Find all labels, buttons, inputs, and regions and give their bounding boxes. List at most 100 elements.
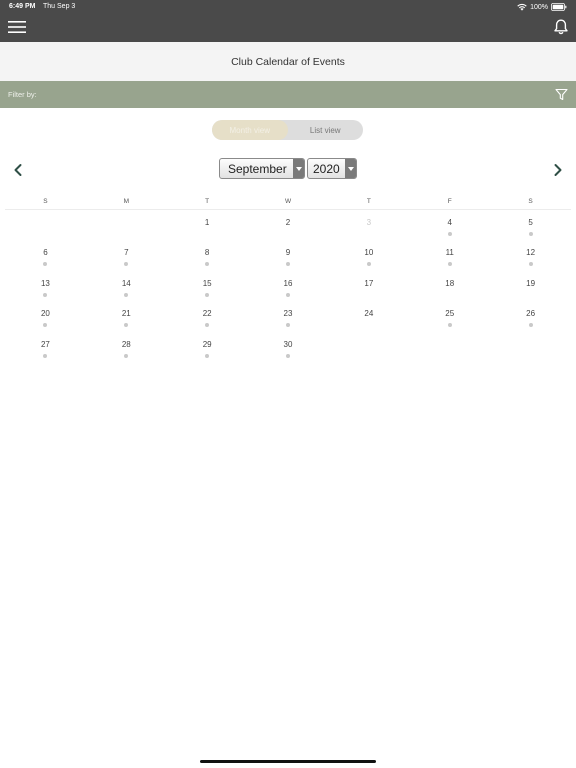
- calendar-day-cell[interactable]: 2: [248, 213, 329, 243]
- calendar-day-cell[interactable]: 17: [328, 274, 409, 304]
- calendar-day-number: 29: [202, 339, 212, 349]
- event-dot-indicator: [124, 292, 129, 297]
- calendar-day-cell[interactable]: 19: [490, 274, 571, 304]
- calendar-day-number: 3: [366, 218, 372, 227]
- calendar-day-number: 24: [364, 309, 374, 319]
- status-indicators: 100%: [517, 2, 567, 12]
- calendar-day-number: 26: [526, 309, 536, 319]
- event-dot-indicator: [205, 292, 210, 297]
- calendar-day-number: 9: [285, 248, 291, 258]
- calendar-day-cell[interactable]: 7: [86, 243, 167, 273]
- calendar-day-cell[interactable]: 16: [248, 274, 329, 304]
- event-dot-indicator: [205, 262, 210, 267]
- list-view-tab[interactable]: List view: [288, 120, 364, 140]
- page-title: Club Calendar of Events: [231, 55, 345, 68]
- calendar-day-cell[interactable]: 30: [248, 335, 329, 365]
- calendar-day-cell[interactable]: 6: [5, 243, 86, 273]
- calendar-day-cell[interactable]: 28: [86, 335, 167, 365]
- event-dot-indicator: [447, 232, 452, 236]
- calendar-day-number: 4: [447, 218, 452, 227]
- dropdown-arrow-icon: [345, 159, 356, 178]
- calendar-day-number: 19: [526, 278, 536, 288]
- app-screen: 6:49 PM Thu Sep 3 100% Club Calendar of …: [0, 0, 576, 768]
- calendar-empty-cell: [5, 213, 86, 243]
- event-dot-indicator: [124, 262, 129, 267]
- event-dot-indicator: [528, 232, 533, 236]
- next-month-chevron-icon[interactable]: [553, 163, 563, 177]
- calendar-day-number: 28: [121, 339, 131, 349]
- calendar-day-cell[interactable]: 15: [167, 274, 248, 304]
- weekday-label: T: [205, 198, 210, 205]
- battery-percent: 100%: [530, 3, 548, 11]
- event-dot-indicator: [528, 262, 533, 267]
- calendar-day-number: 10: [364, 248, 374, 258]
- calendar-day-cell[interactable]: 4: [409, 213, 490, 243]
- calendar-day-cell[interactable]: 22: [167, 304, 248, 334]
- weekday-label: T: [366, 198, 371, 205]
- calendar-day-number: 18: [445, 278, 455, 288]
- calendar-day-cell[interactable]: 13: [5, 274, 86, 304]
- calendar-day-cell[interactable]: 9: [248, 243, 329, 273]
- calendar-day-cell[interactable]: 12: [490, 243, 571, 273]
- calendar-day-number: 6: [43, 248, 48, 258]
- calendar-day-cell[interactable]: 5: [490, 213, 571, 243]
- calendar-day-cell[interactable]: 24: [328, 304, 409, 334]
- month-calendar: S M T W T F S 1 2 3 4 5 6 7 8 9 10 11 12 13 14 15 16 17 1…: [5, 196, 571, 365]
- calendar-day-cell[interactable]: 10: [328, 243, 409, 273]
- previous-month-chevron-icon[interactable]: [13, 163, 23, 177]
- weekday-header: S M T W T F S: [5, 196, 571, 210]
- event-dot-indicator: [286, 323, 290, 328]
- calendar-day-cell[interactable]: 21: [86, 304, 167, 334]
- calendar-day-cell[interactable]: 25: [409, 304, 490, 334]
- calendar-weeks: 1 2 3 4 5 6 7 8 9 10 11 12 13 14 15 16 17 18 19 20 21 22 23 24 2…: [5, 210, 571, 365]
- event-dot-indicator: [286, 353, 290, 358]
- calendar-day-cell[interactable]: 23: [248, 304, 329, 334]
- calendar-day-number: 23: [283, 309, 293, 319]
- event-dot-indicator: [43, 353, 48, 358]
- calendar-day-cell[interactable]: 27: [5, 335, 86, 365]
- home-indicator: [200, 760, 376, 763]
- event-dot-indicator: [124, 353, 129, 358]
- calendar-day-cell[interactable]: 18: [409, 274, 490, 304]
- calendar-day-number: 15: [202, 278, 212, 288]
- calendar-day-cell[interactable]: 1: [167, 213, 248, 243]
- calendar-day-cell[interactable]: 3: [328, 213, 409, 243]
- weekday-label: W: [284, 198, 292, 205]
- calendar-day-cell[interactable]: 14: [86, 274, 167, 304]
- battery-icon: [551, 3, 567, 11]
- calendar-day-cell[interactable]: 8: [167, 243, 248, 273]
- year-select-value: 2020: [313, 161, 340, 176]
- status-time: 6:49 PM: [9, 3, 36, 10]
- weekday-label: M: [123, 198, 129, 205]
- calendar-day-cell[interactable]: 26: [490, 304, 571, 334]
- event-dot-indicator: [286, 292, 290, 297]
- calendar-day-number: 22: [202, 309, 212, 319]
- hamburger-menu-icon[interactable]: [8, 19, 26, 35]
- event-dot-indicator: [43, 292, 48, 297]
- status-date: Thu Sep 3: [43, 3, 76, 10]
- calendar-week-row: 13 14 15 16 17 18 19: [5, 274, 571, 304]
- calendar-day-cell[interactable]: 20: [5, 304, 86, 334]
- weekday-label: S: [43, 198, 48, 205]
- calendar-day-cell[interactable]: 29: [167, 335, 248, 365]
- wifi-icon: [517, 3, 527, 11]
- event-dot-indicator: [205, 323, 210, 328]
- calendar-week-row: 27 28 29 30: [5, 335, 571, 365]
- funnel-icon[interactable]: [555, 88, 568, 101]
- calendar-day-cell[interactable]: 11: [409, 243, 490, 273]
- calendar-day-number: 11: [445, 248, 454, 258]
- calendar-day-number: 13: [40, 278, 50, 288]
- bell-icon[interactable]: [554, 19, 568, 35]
- calendar-week-row: 6 7 8 9 10 11 12: [5, 243, 571, 273]
- month-view-tab[interactable]: Month view: [212, 120, 288, 140]
- month-select[interactable]: September: [219, 158, 305, 179]
- calendar-day-number: 12: [526, 248, 536, 258]
- event-dot-indicator: [124, 323, 129, 328]
- month-select-value: September: [228, 161, 287, 176]
- calendar-day-number: 17: [364, 278, 374, 288]
- event-dot-indicator: [366, 262, 371, 267]
- calendar-day-number: 20: [40, 309, 50, 319]
- filter-bar[interactable]: Filter by:: [0, 81, 576, 108]
- year-select[interactable]: 2020: [307, 158, 357, 179]
- event-dot-indicator: [43, 323, 48, 328]
